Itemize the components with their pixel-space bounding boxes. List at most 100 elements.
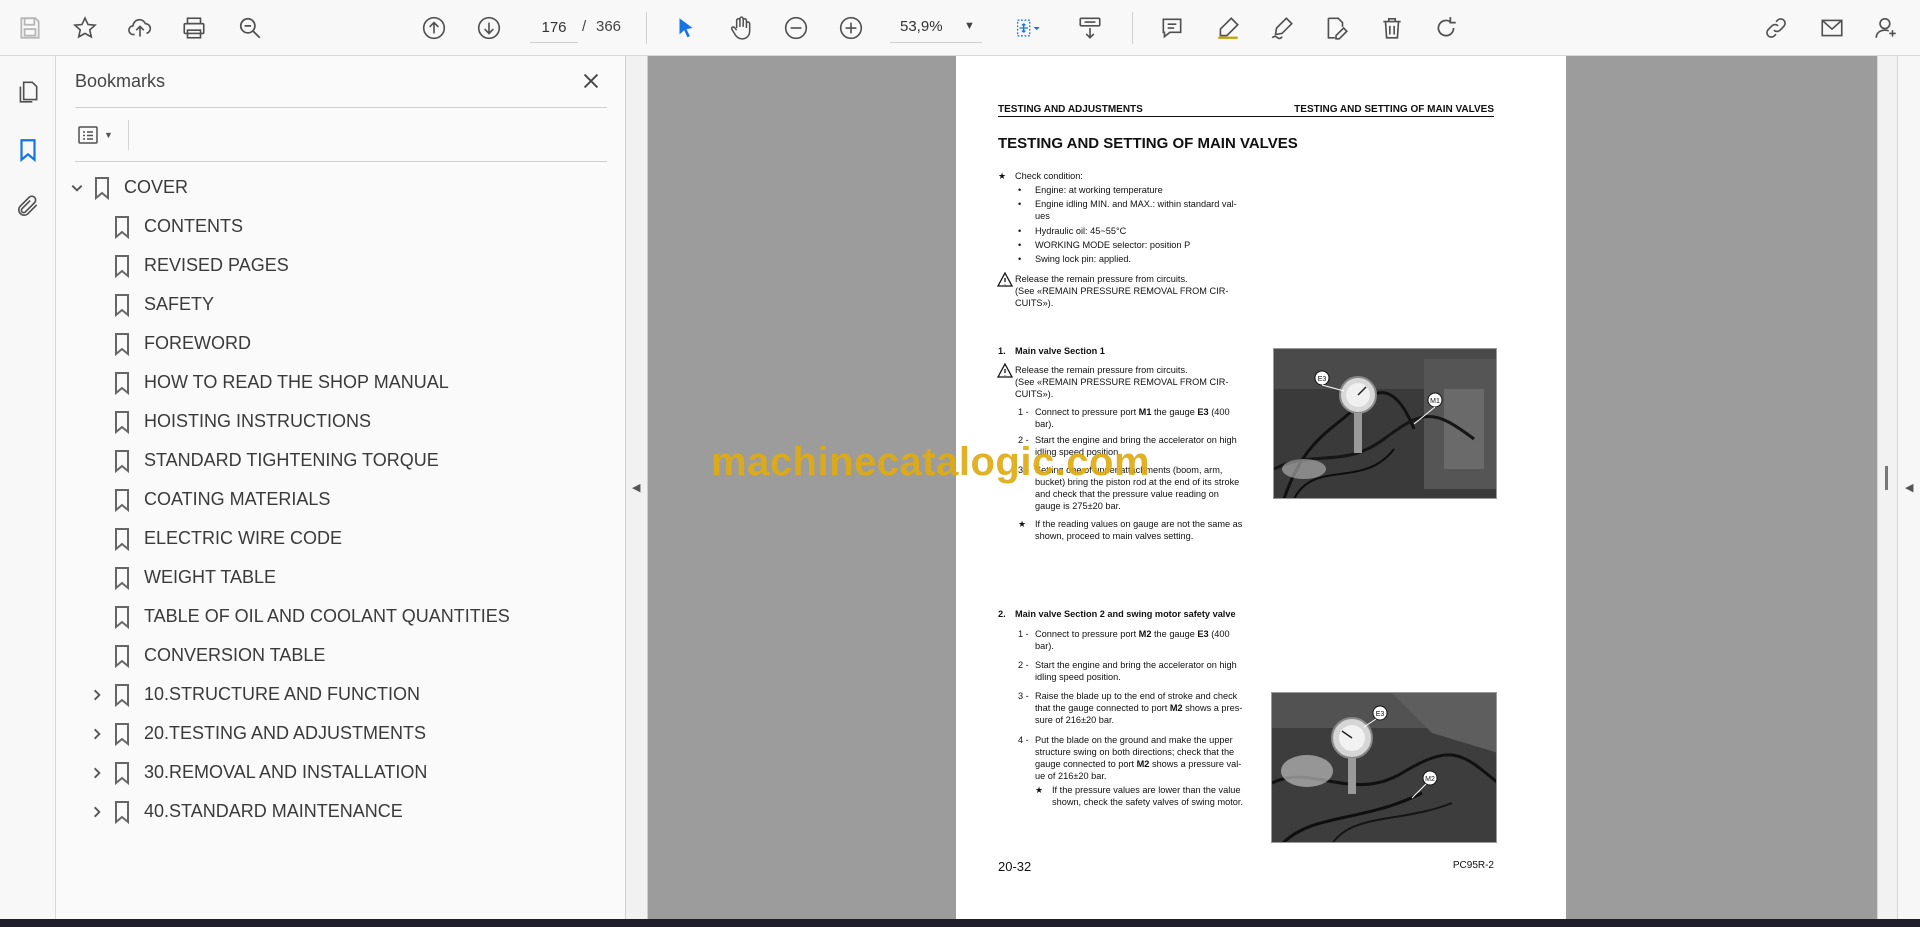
chevron-right-icon[interactable] <box>88 803 106 821</box>
bookmarks-panel: Bookmarks ▼ COVER CONTENTS REVISED PAGES… <box>56 56 626 919</box>
section-number: 1. <box>998 346 1006 356</box>
bookmark-item-how-to-read[interactable]: HOW TO READ THE SHOP MANUAL <box>56 363 626 402</box>
bookmark-item-contents[interactable]: CONTENTS <box>56 207 626 246</box>
bookmark-label: STANDARD TIGHTENING TORQUE <box>144 450 439 470</box>
bookmark-item-oil-coolant[interactable]: TABLE OF OIL AND COOLANT QUANTITIES <box>56 597 626 636</box>
draw-freehand-icon[interactable] <box>1266 12 1298 44</box>
chevron-right-icon[interactable] <box>88 764 106 782</box>
header-rule <box>998 116 1494 117</box>
divider <box>75 161 607 162</box>
release-pressure-text: (See «REMAIN PRESSURE REMOVAL FROM CIR- <box>1015 286 1229 296</box>
chevron-right-icon[interactable] <box>88 686 106 704</box>
step-text: and check that the pressure value readin… <box>1035 489 1219 499</box>
bookmark-label: WEIGHT TABLE <box>144 567 277 587</box>
bookmark-item-cover[interactable]: COVER <box>56 168 626 207</box>
bookmark-ribbon-icon <box>95 176 109 200</box>
gauge-photo-m2: E3 M2 <box>1271 692 1497 843</box>
zoom-in-icon[interactable] <box>835 12 867 44</box>
zoom-out-icon[interactable] <box>780 12 812 44</box>
step-text: Start the engine and bring the accelerat… <box>1035 660 1237 670</box>
scrollbar-thumb[interactable] <box>1885 466 1888 490</box>
redo-rotate-icon[interactable] <box>1430 12 1462 44</box>
step-number: 4 - <box>1018 735 1029 745</box>
collapse-left-panel-handle[interactable]: ◀ <box>626 56 648 919</box>
highlight-pen-icon[interactable] <box>1212 12 1244 44</box>
bookmark-icon[interactable] <box>12 134 44 166</box>
page-number-input[interactable] <box>530 13 578 43</box>
note-text: shown, check the safety valves of swing … <box>1052 797 1243 807</box>
attachment-paperclip-icon[interactable] <box>12 190 44 222</box>
edit-text-icon[interactable] <box>1320 12 1352 44</box>
save-icon[interactable] <box>14 12 46 44</box>
toolbar-divider <box>1132 12 1133 44</box>
bookmark-ribbon-icon <box>115 722 129 746</box>
bookmark-item-standard-maintenance[interactable]: 40.STANDARD MAINTENANCE <box>56 792 626 831</box>
condition-item: Engine idling MIN. and MAX.: within stan… <box>1035 199 1237 209</box>
step-text: that the gauge connected to port M2 show… <box>1035 703 1243 713</box>
page-thumbnails-icon[interactable] <box>12 76 44 108</box>
chevron-right-icon[interactable] <box>88 725 106 743</box>
bookmark-item-safety[interactable]: SAFETY <box>56 285 626 324</box>
step-text: idling speed position. <box>1035 672 1121 682</box>
bookmark-ribbon-icon <box>115 293 129 317</box>
bookmark-item-weight[interactable]: WEIGHT TABLE <box>56 558 626 597</box>
note-text: If the reading values on gauge are not t… <box>1035 519 1243 529</box>
bookmark-label: 20.TESTING AND ADJUSTMENTS <box>144 723 427 743</box>
bookmark-item-removal-installation[interactable]: 30.REMOVAL AND INSTALLATION <box>56 753 626 792</box>
bookmark-item-wire-code[interactable]: ELECTRIC WIRE CODE <box>56 519 626 558</box>
previous-page-icon[interactable] <box>418 12 450 44</box>
fit-page-icon[interactable] <box>1006 12 1050 44</box>
next-page-icon[interactable] <box>473 12 505 44</box>
bookmark-item-torque[interactable]: STANDARD TIGHTENING TORQUE <box>56 441 626 480</box>
toolbar-divider <box>646 12 647 44</box>
bookmark-item-structure-function[interactable]: 10.STRUCTURE AND FUNCTION <box>56 675 626 714</box>
select-cursor-icon[interactable] <box>670 12 702 44</box>
bookmark-item-revised-pages[interactable]: REVISED PAGES <box>56 246 626 285</box>
bookmark-item-hoisting[interactable]: HOISTING INSTRUCTIONS <box>56 402 626 441</box>
page-header-left: TESTING AND ADJUSTMENTS <box>998 104 1143 115</box>
photo-callout-label: E3 <box>1376 711 1385 718</box>
share-link-icon[interactable] <box>1760 12 1792 44</box>
bookmark-ribbon-icon <box>115 761 129 785</box>
comment-icon[interactable] <box>1156 12 1188 44</box>
print-icon[interactable] <box>178 12 210 44</box>
bullet-icon: • <box>1018 240 1022 250</box>
bookmark-item-foreword[interactable]: FOREWORD <box>56 324 626 363</box>
main-toolbar: / 366 53,9% ▼ <box>0 0 1920 56</box>
star-icon[interactable] <box>69 12 101 44</box>
condition-item: WORKING MODE selector: position P <box>1035 240 1191 250</box>
hand-tool-icon[interactable] <box>725 12 757 44</box>
email-envelope-icon[interactable] <box>1816 12 1848 44</box>
user-account-icon[interactable] <box>1870 12 1902 44</box>
bookmark-ribbon-icon <box>115 488 129 512</box>
step-text: Connect to pressure port M2 the gauge E3… <box>1035 629 1230 639</box>
document-viewer[interactable]: TESTING AND ADJUSTMENTS TESTING AND SETT… <box>648 56 1877 919</box>
scroll-mode-icon[interactable] <box>1074 12 1106 44</box>
bookmark-ribbon-icon <box>115 371 129 395</box>
bookmark-options-button[interactable]: ▼ <box>76 119 124 151</box>
vertical-scrollbar[interactable] <box>1877 56 1897 919</box>
release-pressure-text: (See «REMAIN PRESSURE REMOVAL FROM CIR- <box>1015 377 1229 387</box>
step-text: Raise the blade up to the end of stroke … <box>1035 691 1238 701</box>
list-options-icon <box>78 126 98 144</box>
section-number: 2. <box>998 609 1006 619</box>
watermark-text: machinecatalogic.com <box>711 440 1151 484</box>
page-footer-model: PC95R-2 <box>1452 860 1494 871</box>
chevron-down-icon[interactable] <box>68 179 86 197</box>
bookmark-item-conversion[interactable]: CONVERSION TABLE <box>56 636 626 675</box>
collapse-right-panel-handle[interactable]: ◀ <box>1897 56 1920 919</box>
zoom-search-icon[interactable] <box>234 12 266 44</box>
close-icon[interactable] <box>576 66 606 96</box>
delete-trash-icon[interactable] <box>1376 12 1408 44</box>
chevron-left-icon: ◀ <box>632 482 641 494</box>
page-title: TESTING AND SETTING OF MAIN VALVES <box>998 135 1298 152</box>
bullet-icon: • <box>1018 226 1022 236</box>
step-text: bar). <box>1035 641 1054 651</box>
step-text: sure of 216±20 bar. <box>1035 715 1115 725</box>
condition-item: Swing lock pin: applied. <box>1035 254 1132 264</box>
bookmark-label: 30.REMOVAL AND INSTALLATION <box>144 762 428 782</box>
cloud-upload-icon[interactable] <box>124 12 156 44</box>
bookmark-item-coating[interactable]: COATING MATERIALS <box>56 480 626 519</box>
zoom-level-select[interactable]: 53,9% ▼ <box>890 13 982 43</box>
bookmark-item-testing-adjustments[interactable]: 20.TESTING AND ADJUSTMENTS <box>56 714 626 753</box>
